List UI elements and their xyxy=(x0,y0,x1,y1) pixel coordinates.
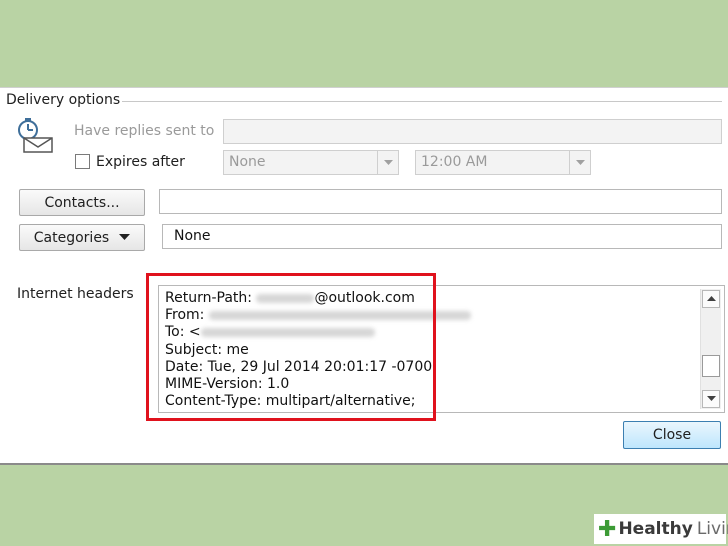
categories-button-label: Categories xyxy=(33,229,110,246)
expires-time-value: 12:00 AM xyxy=(421,154,488,170)
scroll-up-icon[interactable] xyxy=(702,290,720,308)
delivery-options-title: Delivery options xyxy=(6,92,121,108)
chevron-down-icon[interactable] xyxy=(377,151,398,174)
scroll-thumb[interactable] xyxy=(702,355,720,377)
internet-headers-label: Internet headers xyxy=(17,286,134,302)
expires-date-combo[interactable]: None xyxy=(223,150,399,175)
scroll-down-icon[interactable] xyxy=(702,390,720,408)
headers-scrollbar[interactable] xyxy=(700,289,721,409)
expires-time-combo[interactable]: 12:00 AM xyxy=(415,150,591,175)
expires-checkbox[interactable] xyxy=(75,154,90,169)
healthy-living-logo: ✚ Healthy Living xyxy=(594,514,728,544)
contacts-button[interactable]: Contacts... xyxy=(19,189,145,216)
plus-icon: ✚ xyxy=(598,516,617,542)
group-divider xyxy=(122,101,722,102)
chevron-down-icon xyxy=(119,234,131,240)
message-options-dialog: Delivery options Have replies sent to Ex… xyxy=(0,87,728,465)
expires-date-value: None xyxy=(229,154,266,170)
have-replies-label: Have replies sent to xyxy=(74,123,215,139)
have-replies-input[interactable] xyxy=(223,119,722,144)
categories-button[interactable]: Categories xyxy=(19,224,145,251)
highlight-box xyxy=(146,273,436,421)
contacts-input[interactable] xyxy=(159,189,722,214)
categories-value: None xyxy=(174,228,211,244)
chevron-down-icon[interactable] xyxy=(569,151,590,174)
close-button[interactable]: Close xyxy=(623,421,721,449)
delivery-clock-icon xyxy=(16,118,56,156)
expires-after-label: Expires after xyxy=(96,154,185,170)
categories-input[interactable]: None xyxy=(162,224,722,249)
